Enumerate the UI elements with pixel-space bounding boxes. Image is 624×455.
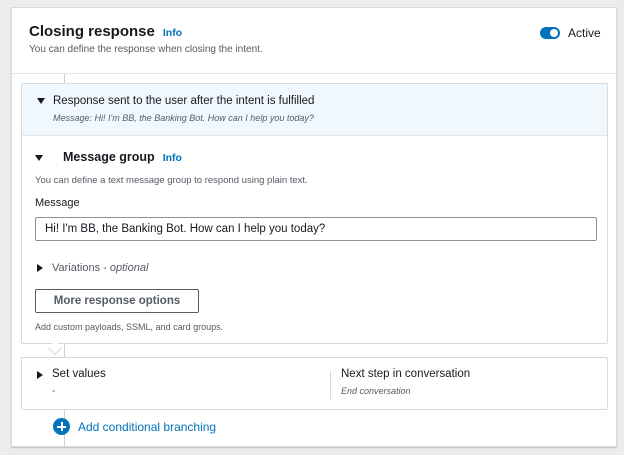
section-title: Closing response [29, 23, 155, 40]
response-card-title[interactable]: Response sent to the user after the inte… [53, 95, 314, 107]
caret-right-icon[interactable] [37, 371, 43, 379]
next-step-value: End conversation [341, 386, 411, 396]
section-subtitle: You can define the response when closing… [29, 44, 263, 55]
section-title-row: Closing response Info [29, 23, 182, 40]
message-group-description: You can define a text message group to r… [35, 175, 308, 186]
message-group-title[interactable]: Message group [63, 150, 155, 164]
active-toggle-label: Active [568, 26, 601, 40]
caret-down-icon[interactable] [35, 155, 43, 161]
info-link[interactable]: Info [163, 152, 182, 164]
section-header: Closing response Info You can define the … [12, 8, 616, 74]
caret-right-icon [37, 264, 43, 272]
message-label: Message [35, 197, 80, 209]
closing-response-panel: Closing response Info You can define the … [11, 7, 617, 448]
more-response-options-button[interactable]: More response options [35, 289, 199, 313]
set-values-card: Set values - Next step in conversation E… [21, 357, 608, 410]
variations-label: Variations - optional [52, 262, 149, 274]
add-conditional-branching-button[interactable]: Add conditional branching [53, 418, 216, 435]
variations-optional: optional [109, 262, 149, 274]
caret-down-icon[interactable] [37, 98, 45, 104]
response-card-summary: Message: Hi! I'm BB, the Banking Bot. Ho… [53, 113, 314, 123]
more-options-description: Add custom payloads, SSML, and card grou… [35, 322, 224, 332]
active-toggle[interactable] [540, 27, 560, 39]
info-link[interactable]: Info [163, 27, 182, 39]
add-conditional-branching-label: Add conditional branching [78, 419, 217, 434]
plus-circle-icon [53, 418, 70, 435]
active-toggle-group: Active [540, 26, 601, 40]
variations-toggle[interactable]: Variations - optional [37, 262, 148, 274]
next-step-title: Next step in conversation [341, 368, 471, 380]
divider [330, 371, 331, 399]
response-card: Response sent to the user after the inte… [21, 83, 608, 344]
message-group-title-row: Message group Info [63, 150, 182, 164]
response-card-header[interactable]: Response sent to the user after the inte… [22, 84, 607, 136]
set-values-value: - [52, 386, 56, 397]
message-input[interactable] [35, 217, 597, 241]
set-values-title[interactable]: Set values [52, 368, 106, 380]
